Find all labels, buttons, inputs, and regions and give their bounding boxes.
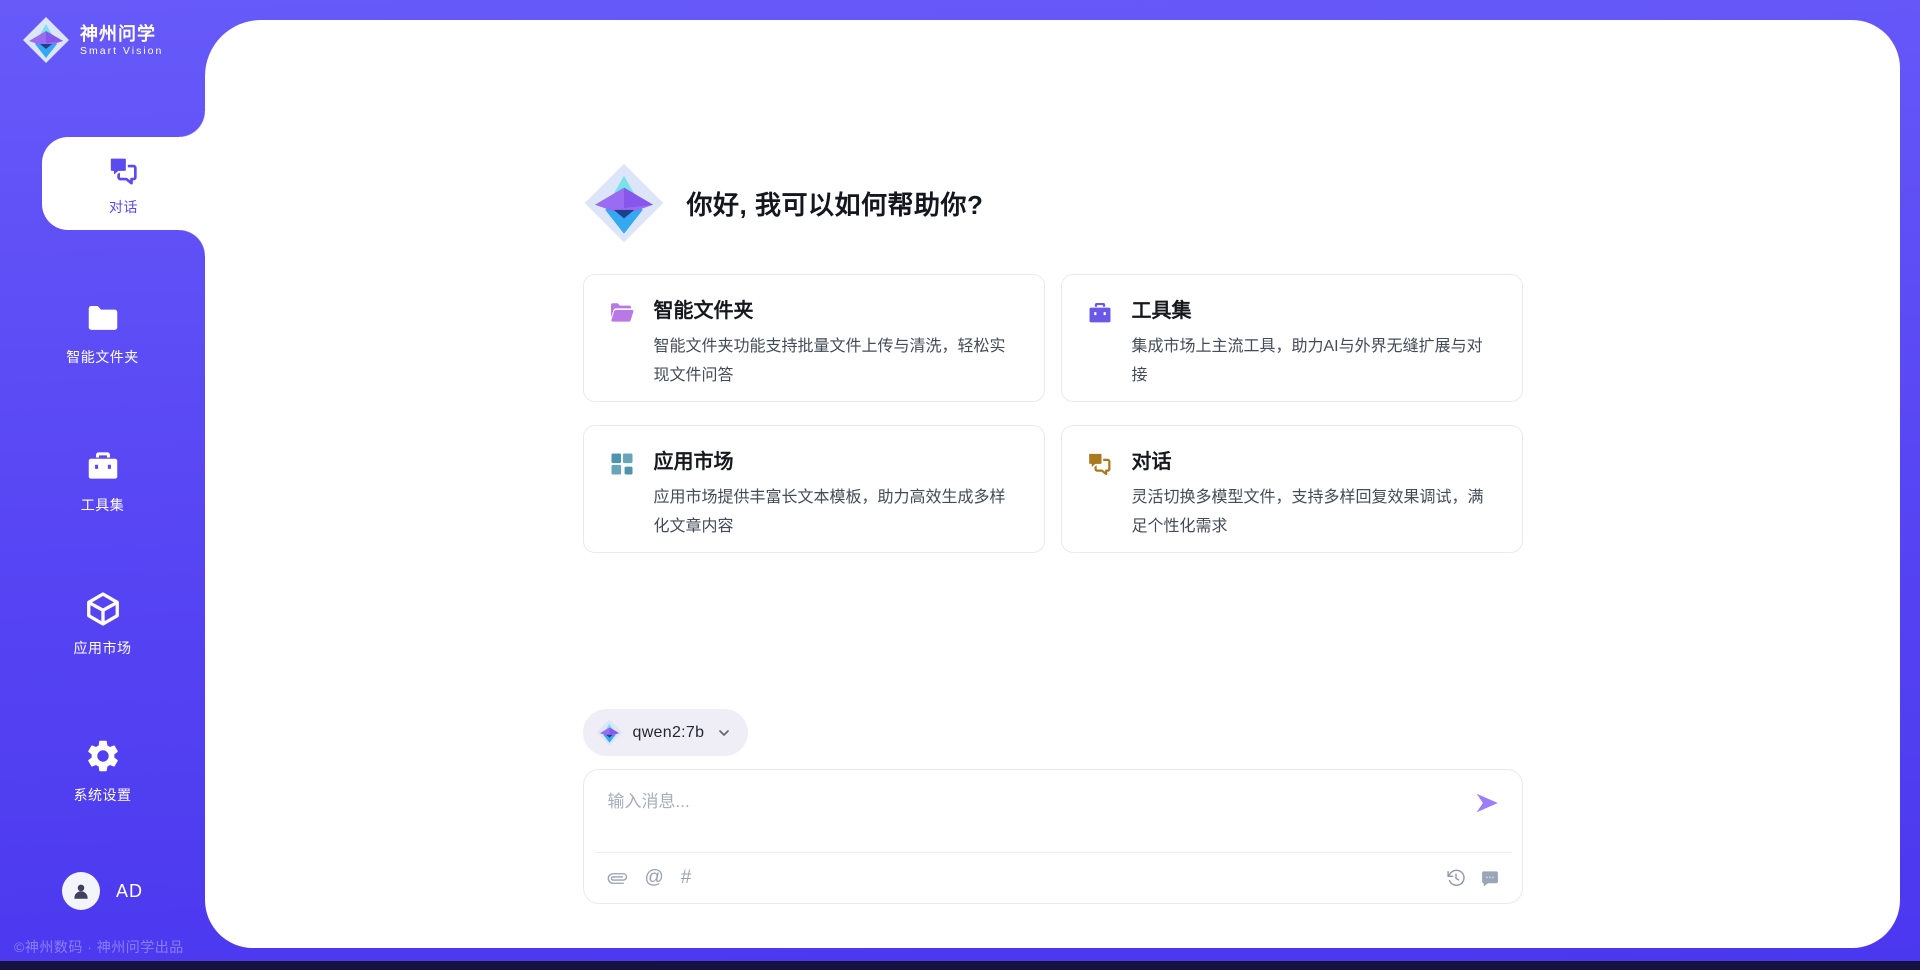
feature-cards: 智能文件夹 智能文件夹功能支持批量文件上传与清洗，轻松实现文件问答 工具集 集成…: [583, 274, 1523, 553]
app-title: 神州问学: [80, 23, 163, 45]
hash-icon[interactable]: #: [681, 868, 692, 888]
chevron-down-icon: [716, 725, 732, 741]
footer-credit: ©神州数码 · 神州问学出品: [14, 937, 184, 957]
chat-bubbles-icon: [1086, 450, 1114, 478]
content-column: 你好, 我可以如何帮助你? 智能文件夹 智能文件夹功能支持批量文件上传与清洗，轻…: [583, 20, 1523, 904]
brand-text: 神州问学 Smart Vision: [80, 23, 163, 57]
sidebar-item-label: 应用市场: [74, 638, 132, 658]
sidebar: 神州问学 Smart Vision 对话 智能文件夹 工具集: [0, 0, 205, 970]
folder-icon: [83, 298, 123, 338]
sidebar-item-label: 智能文件夹: [66, 347, 139, 367]
bottom-edge: [0, 961, 1920, 970]
app-brand: 神州问学 Smart Vision: [22, 16, 163, 64]
toolbox-icon: [1086, 299, 1114, 327]
card-chat[interactable]: 对话 灵活切换多模型文件，支持多样回复效果调试，满足个性化需求: [1061, 425, 1523, 553]
card-smart-folder[interactable]: 智能文件夹 智能文件夹功能支持批量文件上传与清洗，轻松实现文件问答: [583, 274, 1045, 402]
card-description: 集成市场上主流工具，助力AI与外界无缝扩展与对接: [1132, 332, 1496, 390]
chat-bubbles-icon: [104, 151, 144, 191]
toolbox-icon: [83, 446, 123, 486]
message-composer: @ #: [583, 769, 1523, 904]
sidebar-item-chat[interactable]: 对话: [42, 137, 205, 230]
mention-icon[interactable]: @: [645, 868, 664, 888]
user-profile[interactable]: AD: [0, 872, 205, 910]
tiles-grid-icon: [608, 450, 636, 478]
sidebar-item-label: 对话: [109, 197, 138, 217]
composer-tools-left: @ #: [608, 868, 692, 888]
sidebar-item-toolset[interactable]: 工具集: [0, 426, 205, 526]
card-app-market[interactable]: 应用市场 应用市场提供丰富长文本模板，助力高效生成多样化文章内容: [583, 425, 1045, 553]
card-body: 工具集 集成市场上主流工具，助力AI与外界无缝扩展与对接: [1132, 298, 1496, 401]
card-toolset[interactable]: 工具集 集成市场上主流工具，助力AI与外界无缝扩展与对接: [1061, 274, 1523, 402]
greeting-text: 你好, 我可以如何帮助你?: [687, 185, 984, 222]
composer-toolbar: @ #: [584, 853, 1522, 903]
card-title: 对话: [1132, 449, 1496, 475]
model-diamond-logo-icon: [596, 719, 623, 746]
card-body: 对话 灵活切换多模型文件，支持多样回复效果调试，满足个性化需求: [1132, 449, 1496, 552]
avatar: [62, 872, 100, 910]
gear-icon: [83, 736, 123, 776]
avatar-person-icon: [70, 880, 92, 902]
message-input[interactable]: [608, 786, 1474, 812]
card-body: 智能文件夹 智能文件夹功能支持批量文件上传与清洗，轻松实现文件问答: [654, 298, 1018, 401]
sidebar-item-label: 工具集: [81, 495, 125, 515]
open-folder-icon: [608, 299, 636, 327]
composer-input-row: [584, 770, 1522, 852]
conversation-icon[interactable]: [1480, 868, 1500, 888]
sidebar-item-label: 系统设置: [74, 785, 132, 805]
composer-tools-right: [1446, 868, 1500, 888]
card-title: 应用市场: [654, 449, 1018, 475]
cube-icon: [83, 589, 123, 629]
model-selector[interactable]: qwen2:7b: [583, 709, 749, 756]
model-name: qwen2:7b: [633, 724, 705, 742]
history-icon[interactable]: [1446, 868, 1466, 888]
attachment-icon[interactable]: [608, 868, 628, 888]
greeting-diamond-logo-icon: [583, 162, 665, 244]
main-panel: 你好, 我可以如何帮助你? 智能文件夹 智能文件夹功能支持批量文件上传与清洗，轻…: [205, 20, 1900, 948]
brand-diamond-logo-icon: [22, 16, 70, 64]
card-title: 工具集: [1132, 298, 1496, 324]
card-description: 灵活切换多模型文件，支持多样回复效果调试，满足个性化需求: [1132, 483, 1496, 541]
send-icon[interactable]: [1474, 790, 1500, 816]
card-body: 应用市场 应用市场提供丰富长文本模板，助力高效生成多样化文章内容: [654, 449, 1018, 552]
app-subtitle: Smart Vision: [80, 45, 163, 57]
card-description: 智能文件夹功能支持批量文件上传与清洗，轻松实现文件问答: [654, 332, 1018, 390]
sidebar-item-app-market[interactable]: 应用市场: [0, 569, 205, 669]
user-name: AD: [116, 881, 143, 902]
greeting-row: 你好, 我可以如何帮助你?: [583, 162, 1523, 244]
sidebar-item-smart-folder[interactable]: 智能文件夹: [0, 278, 205, 378]
card-description: 应用市场提供丰富长文本模板，助力高效生成多样化文章内容: [654, 483, 1018, 541]
card-title: 智能文件夹: [654, 298, 1018, 324]
sidebar-item-settings[interactable]: 系统设置: [0, 716, 205, 816]
